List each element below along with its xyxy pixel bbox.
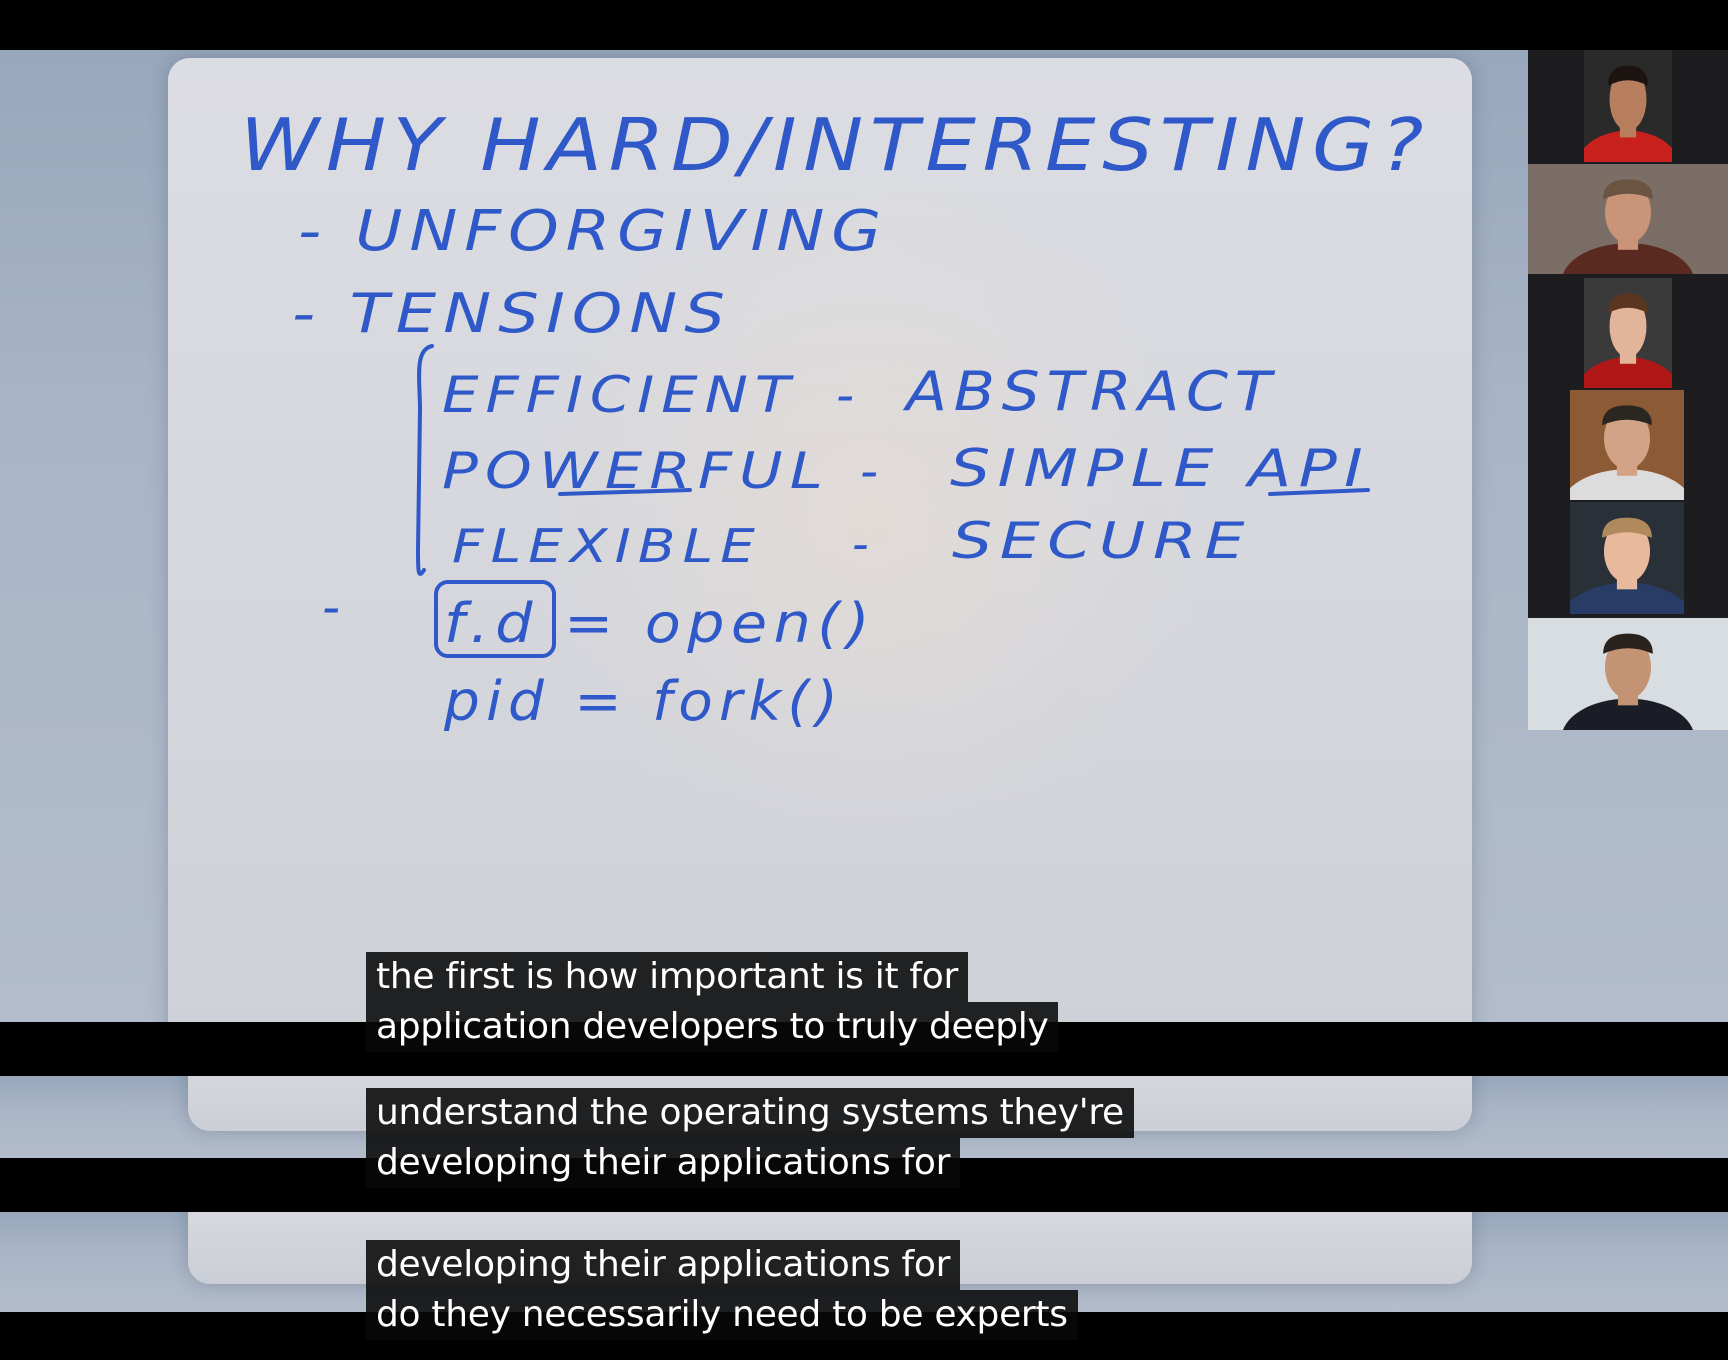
tension-right-2: SIMPLE API <box>950 439 1370 499</box>
whiteboard-item-3-dash: - <box>322 578 346 636</box>
participant-video-4[interactable] <box>1570 390 1684 500</box>
caption-line: developing their applications for <box>366 1240 961 1290</box>
whiteboard-code-fork: pid = fork() <box>443 670 844 733</box>
participant-video-3[interactable] <box>1584 278 1672 388</box>
caption-line: do they necessarily need to be experts <box>366 1290 1078 1340</box>
whiteboard-item-tensions: - TENSIONS <box>292 282 732 345</box>
caption-line: understand the operating systems they're <box>366 1088 1134 1138</box>
whiteboard-writing: WHY HARD/INTERESTING? - UNFORGIVING - TE… <box>240 103 1430 733</box>
tension-left-3: FLEXIBLE <box>452 519 762 573</box>
caption-block-3: developing their applications for do the… <box>366 1240 1078 1340</box>
tension-dash-3: - <box>852 517 875 571</box>
participant-portrait <box>1570 502 1684 614</box>
whiteboard-title: WHY HARD/INTERESTING? <box>240 103 1430 187</box>
whiteboard-bracket <box>416 344 434 576</box>
participant-portrait <box>1528 164 1728 274</box>
caption-line: the first is how important is it for <box>366 952 969 1002</box>
participant-video-6[interactable] <box>1528 618 1728 730</box>
participant-video-5[interactable] <box>1570 502 1684 614</box>
tension-dash-1: - <box>836 366 860 424</box>
caption-line: developing their applications for <box>366 1138 961 1188</box>
tension-left-1: EFFICIENT <box>442 366 797 424</box>
participant-portrait <box>1528 618 1728 730</box>
tension-right-3: SECURE <box>952 512 1252 570</box>
participant-gallery <box>1528 50 1728 730</box>
video-player[interactable]: WHY HARD/INTERESTING? - UNFORGIVING - TE… <box>0 0 1728 1360</box>
participant-portrait <box>1570 390 1684 500</box>
tension-dash-2: - <box>860 442 884 500</box>
tension-right-1: ABSTRACT <box>903 360 1278 423</box>
caption-block-1: the first is how important is it for app… <box>366 952 1059 1052</box>
whiteboard-item-unforgiving: - UNFORGIVING <box>298 199 888 264</box>
participant-portrait <box>1584 50 1672 162</box>
main-video-frame: WHY HARD/INTERESTING? - UNFORGIVING - TE… <box>0 50 1728 1022</box>
participant-portrait <box>1584 278 1672 388</box>
caption-block-2: understand the operating systems they're… <box>366 1088 1134 1188</box>
whiteboard-code-open: f.d = open() <box>444 592 876 655</box>
caption-line: application developers to truly deeply <box>366 1002 1059 1052</box>
participant-video-1[interactable] <box>1584 50 1672 162</box>
participant-video-2[interactable] <box>1528 164 1728 274</box>
